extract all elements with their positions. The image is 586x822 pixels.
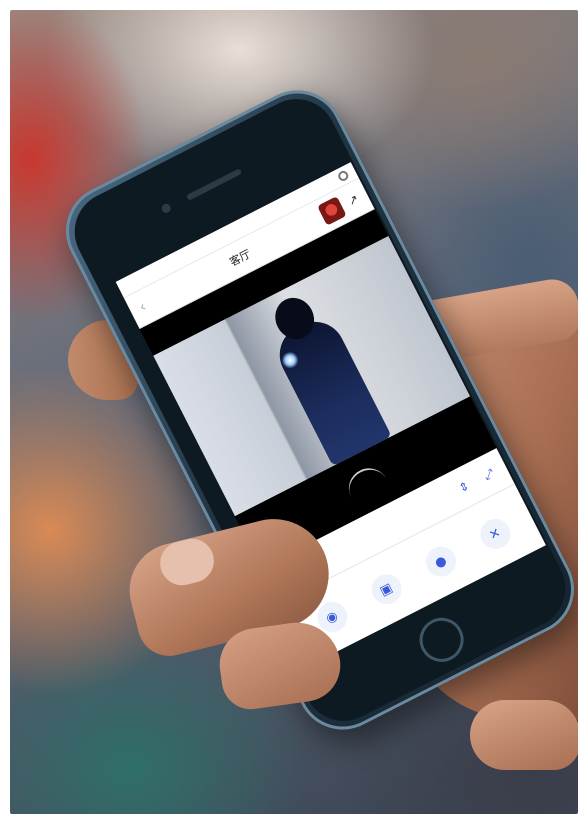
- talk-indicator: [341, 461, 388, 500]
- notification-badge: [130, 283, 136, 287]
- share-icon[interactable]: ↗: [346, 191, 361, 208]
- microphone-icon[interactable]: ●: [420, 541, 461, 582]
- page-title: 客厅: [227, 247, 254, 269]
- ring-finger: [470, 700, 578, 770]
- earpiece-speaker: [185, 168, 243, 201]
- video-record-icon[interactable]: ▣: [366, 569, 407, 610]
- photo-frame: ‹ 客厅 ↗ ⇕ ⤢ ◉ ▣ ● ✕: [10, 10, 578, 814]
- fullscreen-icon[interactable]: ⤢: [481, 466, 496, 484]
- tools-icon[interactable]: ✕: [474, 513, 516, 555]
- status-left: [125, 279, 136, 289]
- device-thumbnail[interactable]: [317, 196, 347, 226]
- vertical-resize-icon[interactable]: ⇕: [456, 478, 471, 495]
- home-button[interactable]: [412, 610, 472, 670]
- front-camera: [160, 202, 173, 215]
- gear-icon[interactable]: [336, 169, 350, 183]
- chevron-left-icon[interactable]: ‹: [137, 292, 162, 316]
